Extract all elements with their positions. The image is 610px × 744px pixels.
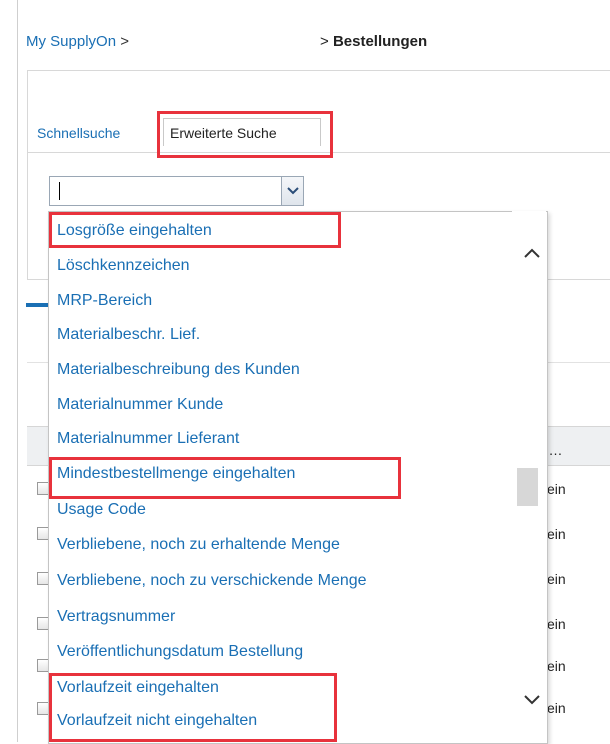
collapse-bar-icon[interactable]	[26, 303, 48, 307]
tab-extended-search[interactable]: Erweiterte Suche	[163, 118, 321, 146]
dropdown-option[interactable]: Mindestbestellmenge eingehalten	[57, 465, 295, 483]
tab-quick-search[interactable]: Schnellsuche	[37, 125, 120, 141]
field-select-dropdown-button[interactable]	[282, 176, 304, 206]
dropdown-option[interactable]: Vorlaufzeit nicht eingehalten	[57, 712, 257, 730]
breadcrumb-current-prefix: >	[320, 33, 329, 50]
dropdown-option[interactable]: Verbliebene, noch zu erhaltende Menge	[57, 536, 340, 554]
table-cell: ein	[547, 526, 566, 542]
breadcrumb-current: > Bestellungen	[320, 33, 427, 50]
dropdown-option[interactable]: Vertragsnummer	[57, 608, 175, 626]
breadcrumb-separator: >	[120, 33, 129, 50]
dropdown-option[interactable]: Materialnummer Kunde	[57, 396, 223, 414]
table-cell: ein	[547, 700, 566, 716]
scroll-up-icon[interactable]	[523, 246, 541, 264]
page: My SupplyOn > > Bestellungen Schnellsuch…	[0, 0, 610, 744]
dropdown-option[interactable]: Materialbeschreibung des Kunden	[57, 361, 300, 379]
dropdown-option[interactable]: Materialbeschr. Lief.	[57, 326, 200, 344]
dropdown-option[interactable]: Verbliebene, noch zu verschickende Menge	[57, 572, 367, 590]
breadcrumb-home-label: My SupplyOn	[26, 33, 117, 50]
dropdown-option[interactable]: MRP-Bereich	[57, 292, 152, 310]
chevron-down-icon	[286, 187, 299, 195]
dropdown-option[interactable]: Löschkennzeichen	[57, 257, 190, 275]
dropdown-option[interactable]: Usage Code	[57, 501, 146, 519]
table-cell: ein	[547, 481, 566, 497]
dropdown-option[interactable]: Materialnummer Lieferant	[57, 430, 239, 448]
text-cursor	[59, 182, 60, 200]
scroll-down-icon[interactable]	[523, 693, 541, 711]
field-dropdown-list[interactable]: Losgröße eingehalten Löschkennzeichen MR…	[48, 211, 548, 744]
dropdown-option[interactable]: Losgröße eingehalten	[57, 222, 212, 240]
field-select-input[interactable]	[49, 176, 282, 206]
table-cell: ein	[547, 571, 566, 587]
scrollbar-thumb[interactable]	[517, 468, 538, 506]
table-cell: ein	[547, 658, 566, 674]
left-border	[17, 0, 18, 742]
page-title: Bestellungen	[332, 33, 428, 50]
table-cell: ein	[547, 616, 566, 632]
dropdown-option[interactable]: Veröffentlichungsdatum Bestellung	[57, 643, 303, 661]
breadcrumb-home-link[interactable]: My SupplyOn >	[26, 33, 129, 50]
dropdown-option[interactable]: Vorlaufzeit eingehalten	[57, 679, 219, 697]
